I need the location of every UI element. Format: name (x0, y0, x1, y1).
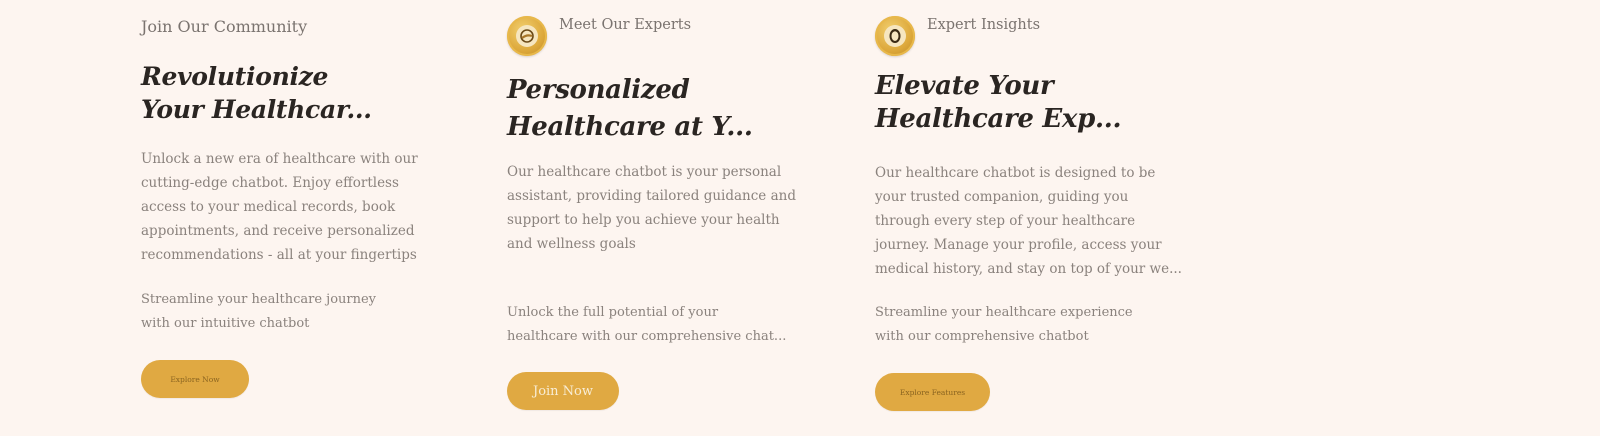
card-headline: Personalized Healthcare at Y... (507, 72, 753, 146)
card-header: Meet Our Experts (507, 16, 691, 56)
card-headline: Revolutionize Your Healthcar... (141, 60, 372, 126)
card-eyebrow: Join Our Community (141, 17, 308, 36)
card-eyebrow: Expert Insights (927, 17, 1041, 33)
card-description: Our healthcare chatbot is your personal … (507, 164, 796, 252)
headline-line-1: Elevate Your (875, 71, 1054, 101)
card-description: Our healthcare chatbot is designed to be… (875, 165, 1182, 277)
explore-now-button[interactable]: Explore Now (141, 360, 249, 398)
expert-avatar-icon (507, 16, 547, 56)
card-header: Expert Insights (875, 16, 1040, 56)
explore-features-button[interactable]: Explore Features (875, 373, 990, 411)
headline-line-2: Healthcare Exp... (875, 104, 1122, 134)
card-description: Unlock a new era of healthcare with our … (141, 151, 418, 263)
card-subtext: Streamline your healthcare journey with … (141, 292, 377, 331)
headline-line-2: Your Healthcar... (141, 95, 372, 124)
card-headline: Elevate Your Healthcare Exp... (875, 70, 1122, 136)
card-subtext: Unlock the full potential of your health… (507, 305, 787, 344)
headline-line-2: Healthcare at Y... (507, 112, 753, 142)
headline-line-1: Personalized (507, 75, 690, 105)
card-subtext: Streamline your healthcare experience wi… (875, 305, 1133, 344)
headline-line-1: Revolutionize (141, 62, 329, 91)
card-eyebrow: Meet Our Experts (559, 17, 692, 33)
insights-avatar-icon (875, 16, 915, 56)
join-now-button[interactable]: Join Now (507, 372, 619, 410)
